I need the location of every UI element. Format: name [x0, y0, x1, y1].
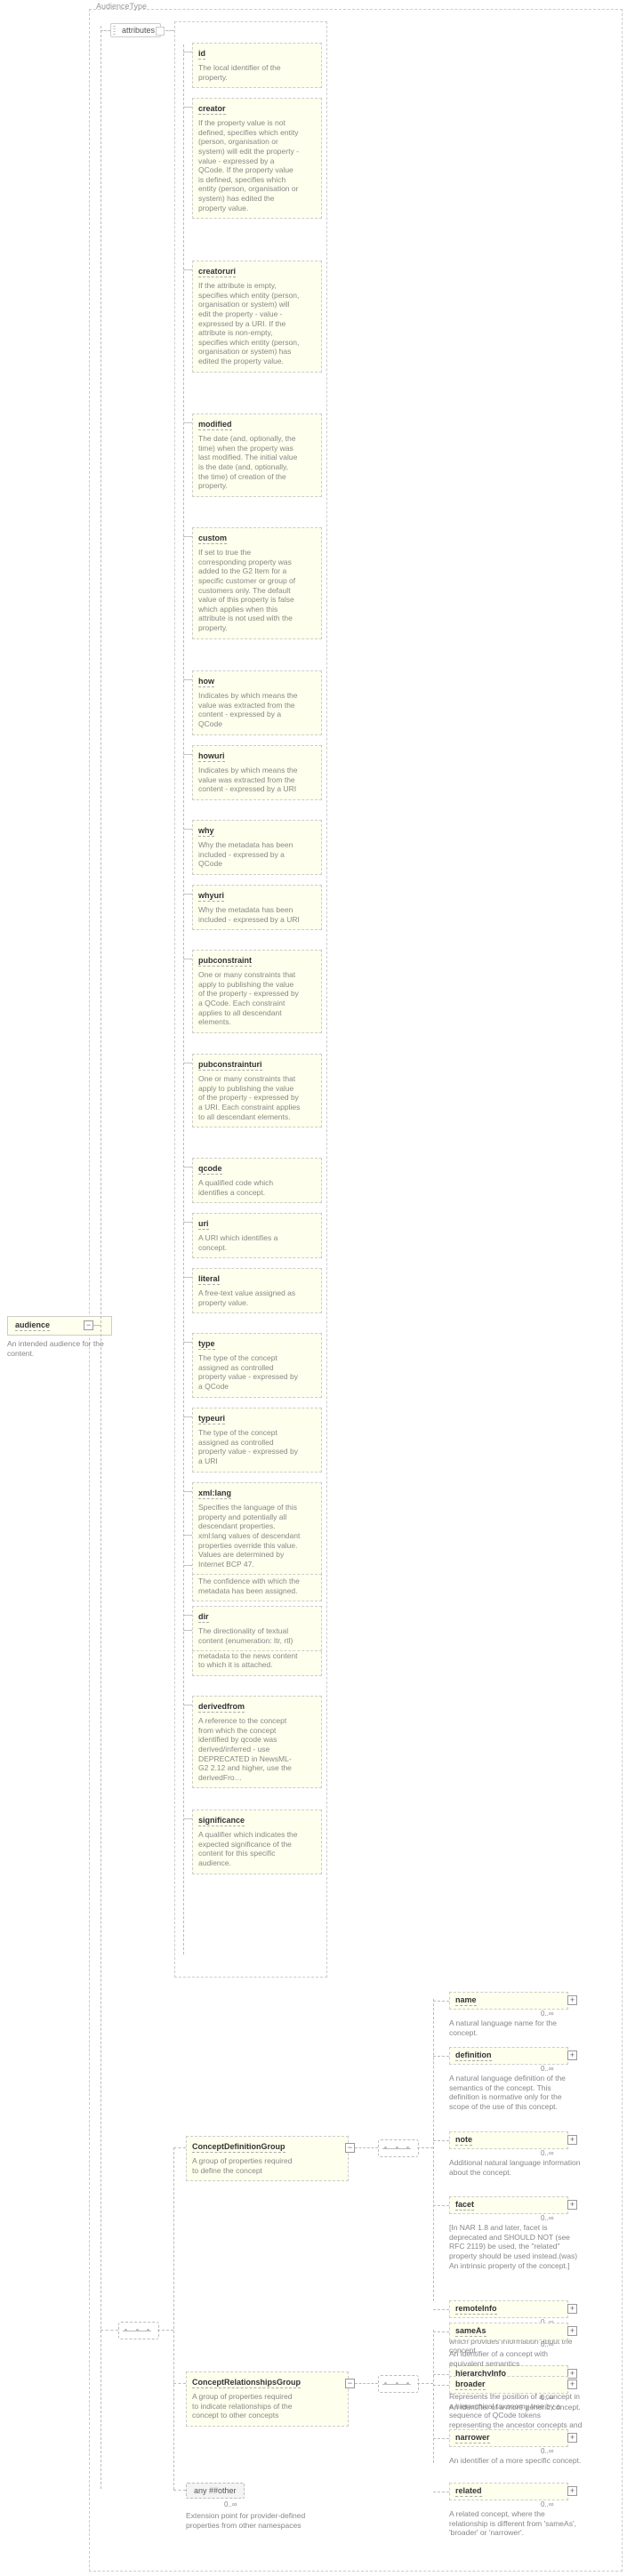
cardinality: 0..∞ — [541, 2065, 554, 2073]
expand-icon[interactable]: + — [567, 2379, 577, 2389]
attr-qcode[interactable]: qcodeA qualified code which identifies a… — [192, 1158, 322, 1203]
expand-icon[interactable]: − — [84, 1320, 93, 1330]
attr-uri[interactable]: uriA URI which identifies a concept. — [192, 1213, 322, 1258]
attr-creatoruri[interactable]: creatoruriIf the attribute is empty, spe… — [192, 261, 322, 373]
attr-id[interactable]: idThe local identifier of the property. — [192, 43, 322, 88]
any-extension-desc: Extension point for provider-defined pro… — [186, 2511, 319, 2530]
attr-how[interactable]: howIndicates by which means the value wa… — [192, 670, 322, 735]
root-name: audience — [15, 1320, 50, 1331]
cardinality: 0..∞ — [541, 2340, 554, 2348]
concept-definition-group[interactable]: ConceptDefinitionGroup A group of proper… — [186, 2136, 349, 2181]
attributes-box[interactable]: attributes — [110, 23, 161, 37]
root-desc: An intended audience for the content. — [7, 1339, 114, 1358]
expand-icon[interactable]: + — [567, 2050, 577, 2060]
cardinality: 0..∞ — [541, 2214, 554, 2222]
attr-significance[interactable]: significanceA qualifier which indicates … — [192, 1810, 322, 1874]
element-related[interactable]: related — [449, 2483, 568, 2500]
cardinality: 0..∞ — [541, 2149, 554, 2157]
expand-icon[interactable]: + — [567, 2369, 577, 2379]
element-note[interactable]: note — [449, 2131, 568, 2149]
attr-type[interactable]: typeThe type of the concept assigned as … — [192, 1333, 322, 1398]
expand-icon[interactable]: + — [567, 2200, 577, 2210]
expand-icon[interactable]: + — [567, 2486, 577, 2496]
expand-icon[interactable]: + — [567, 2135, 577, 2145]
concept-relationships-group[interactable]: ConceptRelationshipsGroup A group of pro… — [186, 2371, 349, 2427]
attr-xml:lang[interactable]: xml:langSpecifies the language of this p… — [192, 1482, 322, 1575]
attr-pubconstrainturi[interactable]: pubconstrainturiOne or many constraints … — [192, 1054, 322, 1128]
expand-icon[interactable]: + — [567, 1995, 577, 2005]
element-sameAs[interactable]: sameAs — [449, 2323, 568, 2340]
element-name[interactable]: name — [449, 1992, 568, 2010]
attr-howuri[interactable]: howuriIndicates by which means the value… — [192, 745, 322, 800]
expand-icon[interactable]: − — [345, 2143, 355, 2153]
element-remoteInfo[interactable]: remoteInfo — [449, 2300, 568, 2318]
outer-frame — [89, 9, 623, 2572]
attr-typeuri[interactable]: typeuriThe type of the concept assigned … — [192, 1408, 322, 1473]
attr-custom[interactable]: customIf set to true the corresponding p… — [192, 527, 322, 639]
cardinality: 0..∞ — [541, 2500, 554, 2508]
expand-icon[interactable]: + — [567, 2326, 577, 2336]
cardinality: 0..∞ — [224, 2500, 237, 2508]
cardinality: 0..∞ — [541, 2010, 554, 2018]
any-extension: any ##other — [186, 2483, 245, 2499]
attr-modified[interactable]: modifiedThe date (and, optionally, the t… — [192, 413, 322, 497]
expand-icon[interactable]: + — [567, 2433, 577, 2443]
cardinality: 0..∞ — [541, 2394, 554, 2402]
expand-icon[interactable]: − — [345, 2379, 355, 2388]
attr-derivedfrom[interactable]: derivedfromA reference to the concept fr… — [192, 1696, 322, 1788]
expand-icon[interactable]: + — [567, 2304, 577, 2314]
element-facet[interactable]: facet — [449, 2196, 568, 2214]
sequence-compositor[interactable] — [378, 2139, 419, 2157]
sequence-compositor[interactable] — [118, 2322, 159, 2339]
cardinality: 0..∞ — [541, 2447, 554, 2455]
attr-why[interactable]: whyWhy the metadata has been included - … — [192, 820, 322, 875]
type-title: AudienceType — [96, 2, 147, 11]
element-narrower[interactable]: narrower — [449, 2429, 568, 2447]
sequence-compositor[interactable] — [378, 2375, 419, 2393]
attr-literal[interactable]: literalA free-text value assigned as pro… — [192, 1268, 322, 1313]
element-definition[interactable]: definition — [449, 2047, 568, 2065]
attr-dir[interactable]: dirThe directionality of textual content… — [192, 1606, 322, 1651]
attr-creator[interactable]: creatorIf the property value is not defi… — [192, 98, 322, 219]
element-broader[interactable]: broader — [449, 2376, 568, 2394]
attr-pubconstraint[interactable]: pubconstraintOne or many constraints tha… — [192, 950, 322, 1033]
attr-whyuri[interactable]: whyuriWhy the metadata has been included… — [192, 885, 322, 930]
root-element[interactable]: audience — [7, 1316, 112, 1336]
